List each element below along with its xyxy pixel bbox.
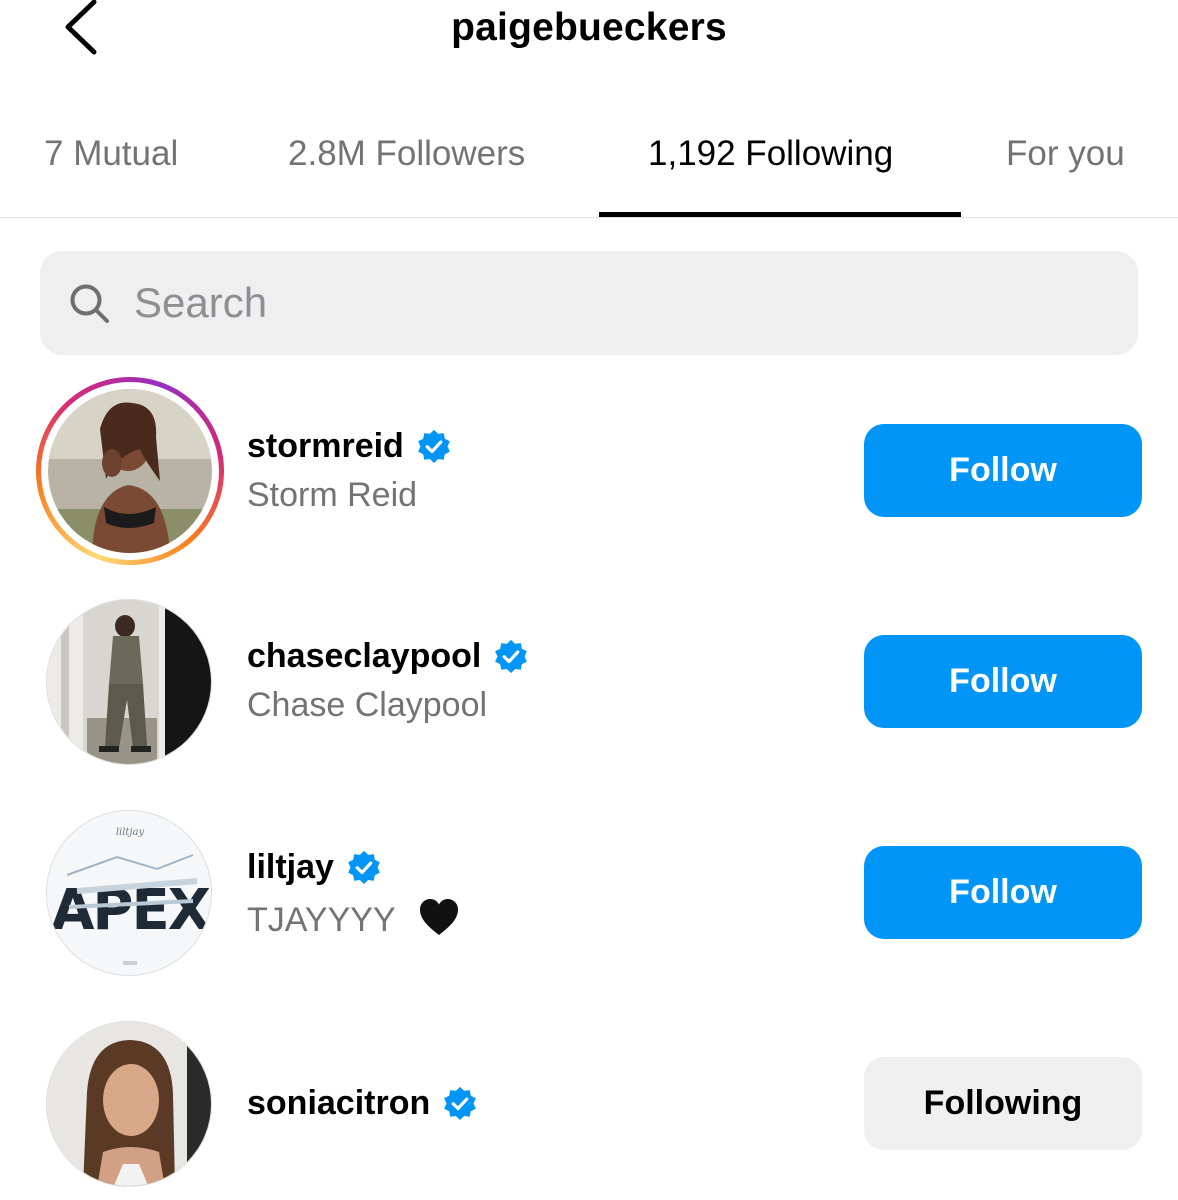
header: paigebueckers bbox=[0, 0, 1178, 70]
tab-mutual[interactable]: 7 Mutual bbox=[44, 134, 178, 174]
tab-bar: 7 Mutual 2.8M Followers 1,192 Following … bbox=[0, 118, 1178, 218]
verified-badge-icon bbox=[495, 639, 528, 673]
username[interactable]: soniacitron bbox=[247, 1084, 478, 1123]
avatar[interactable] bbox=[48, 389, 212, 553]
search-icon bbox=[70, 284, 109, 323]
list-item[interactable]: stormreid Storm Reid Follow bbox=[0, 370, 1178, 570]
full-name: Storm Reid bbox=[247, 476, 418, 514]
full-name: TJAYYYY bbox=[247, 897, 460, 940]
story-ring[interactable] bbox=[36, 377, 224, 565]
verified-badge-icon bbox=[417, 429, 450, 463]
avatar[interactable] bbox=[46, 599, 212, 765]
list-item[interactable]: soniacitron Following bbox=[0, 1012, 1178, 1200]
username[interactable]: liltjay bbox=[247, 848, 382, 887]
following-list-screen: paigebueckers 7 Mutual 2.8M Followers 1,… bbox=[0, 0, 1178, 1200]
list-item[interactable]: liltjay APEX liltjay TJAYYYY Follow bbox=[0, 801, 1178, 1001]
tab-following[interactable]: 1,192 Following bbox=[648, 134, 893, 174]
search-input[interactable] bbox=[134, 273, 1074, 333]
tab-for-you[interactable]: For you bbox=[1006, 134, 1125, 174]
username[interactable]: chaseclaypool bbox=[247, 637, 529, 676]
follow-button[interactable]: Follow bbox=[864, 846, 1142, 939]
avatar[interactable]: liltjay APEX bbox=[46, 810, 212, 976]
tab-followers[interactable]: 2.8M Followers bbox=[288, 134, 525, 174]
search-bar[interactable] bbox=[40, 251, 1138, 355]
follow-button[interactable]: Follow bbox=[864, 635, 1142, 728]
page-title: paigebueckers bbox=[451, 6, 727, 49]
list-item[interactable]: chaseclaypool Chase Claypool Follow bbox=[0, 590, 1178, 790]
full-name: Chase Claypool bbox=[247, 686, 488, 724]
black-heart-icon bbox=[420, 899, 459, 935]
username[interactable]: stormreid bbox=[247, 427, 452, 466]
avatar[interactable] bbox=[46, 1021, 212, 1187]
active-tab-indicator bbox=[599, 212, 961, 217]
svg-text:liltjay: liltjay bbox=[116, 827, 145, 838]
verified-badge-icon bbox=[444, 1086, 477, 1120]
follow-button[interactable]: Follow bbox=[864, 424, 1142, 517]
following-button[interactable]: Following bbox=[864, 1057, 1142, 1150]
verified-badge-icon bbox=[348, 850, 380, 884]
